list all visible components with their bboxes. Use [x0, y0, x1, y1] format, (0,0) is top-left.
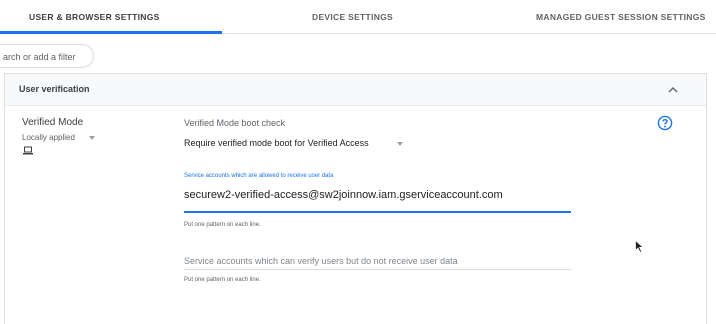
service-accounts-input[interactable]: securew2-verified-access@sw2joinnow.iam.…: [184, 189, 503, 201]
service-accounts-label: Service accounts which are allowed to re…: [184, 173, 334, 179]
setting-name: Verified Mode: [22, 117, 84, 128]
help-icon[interactable]: [657, 115, 673, 131]
verify-only-accounts-input[interactable]: Service accounts which can verify users …: [184, 256, 458, 266]
verify-only-hint: Put one pattern on each line.: [184, 277, 261, 283]
tab-managed-guest-session-settings[interactable]: MANAGED GUEST SESSION SETTINGS: [536, 0, 706, 34]
filter-chip[interactable]: [0, 44, 94, 68]
caret-down-icon[interactable]: [89, 136, 95, 140]
service-accounts-underline: [184, 211, 571, 213]
setting-scope[interactable]: Locally applied: [22, 133, 75, 142]
verify-only-underline: [184, 269, 571, 270]
active-tab-indicator: [0, 31, 222, 34]
mouse-cursor-icon: [635, 240, 644, 253]
settings-panel: User verification Verified Mode Locally …: [4, 73, 707, 324]
boot-check-label: Verified Mode boot check: [184, 118, 286, 128]
settings-tabs: USER & BROWSER SETTINGS DEVICE SETTINGS …: [0, 0, 716, 34]
caret-down-icon[interactable]: [397, 142, 403, 146]
panel-title: User verification: [19, 84, 90, 94]
laptop-icon: [23, 146, 33, 155]
chevron-up-icon[interactable]: [667, 84, 679, 96]
boot-check-select[interactable]: Require verified mode boot for Verified …: [184, 138, 369, 148]
tab-device-settings[interactable]: DEVICE SETTINGS: [312, 0, 393, 34]
filter-input[interactable]: [3, 50, 91, 64]
service-accounts-hint: Put one pattern on each line.: [184, 222, 261, 228]
panel-header[interactable]: User verification: [5, 74, 706, 106]
tab-user-browser-settings[interactable]: USER & BROWSER SETTINGS: [29, 0, 160, 34]
